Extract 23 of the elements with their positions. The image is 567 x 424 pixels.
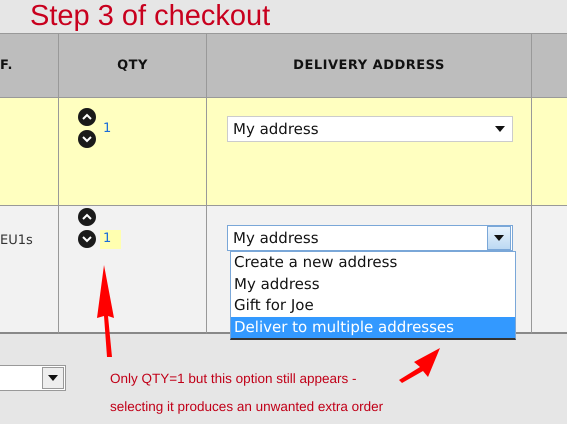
increase-icon[interactable]	[78, 108, 96, 126]
increase-icon[interactable]	[78, 208, 96, 226]
column-header: QTY	[59, 34, 207, 98]
address-dropdown[interactable]: My address	[227, 116, 513, 142]
quantity-value[interactable]: 1	[100, 120, 122, 139]
dropdown-option[interactable]: Gift for Joe	[231, 295, 515, 316]
arrow	[399, 348, 440, 383]
item-code: EU1s	[0, 232, 34, 248]
decrease-icon[interactable]	[78, 130, 96, 148]
dropdown-option[interactable]: Create a new address	[231, 252, 515, 274]
dropdown[interactable]	[0, 365, 66, 391]
caret-icon	[495, 126, 505, 132]
column-header: F.	[0, 34, 59, 98]
decrease-icon[interactable]	[78, 230, 96, 248]
caret-icon	[48, 375, 58, 381]
annotation-text: Only QTY=1 but this option still appears -	[110, 370, 358, 388]
quantity-value[interactable]: 1	[100, 230, 122, 249]
page-heading: Step 3 of checkout	[29, 0, 272, 33]
annotation-text: selecting it produces an unwanted extra order	[110, 398, 384, 416]
caret-icon	[494, 235, 504, 241]
column-header: DELIVERY ADDRESS	[207, 34, 532, 98]
address-dropdown[interactable]: My address	[227, 225, 513, 251]
dropdown-option[interactable]: My address	[231, 274, 515, 295]
